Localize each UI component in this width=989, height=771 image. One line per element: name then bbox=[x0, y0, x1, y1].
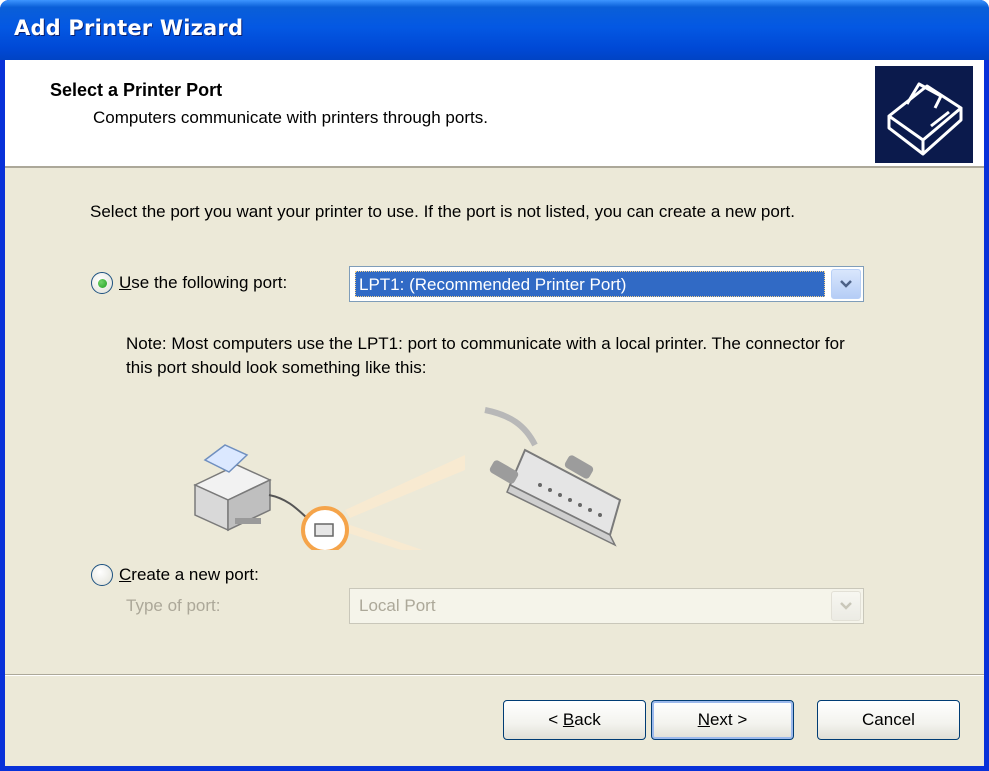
title-bar[interactable]: Add Printer Wizard bbox=[0, 0, 989, 60]
cancel-button[interactable]: Cancel bbox=[817, 700, 960, 740]
printer-wizard-icon bbox=[875, 66, 973, 163]
create-new-port-radio[interactable]: Create a new port: bbox=[91, 564, 259, 586]
back-button[interactable]: < Back bbox=[503, 700, 646, 740]
connector-icon bbox=[484, 407, 622, 547]
instructions-text: Select the port you want your printer to… bbox=[90, 202, 795, 221]
page-title: Select a Printer Port bbox=[50, 80, 223, 100]
use-following-port-radio[interactable]: Use the following port: bbox=[91, 272, 287, 294]
port-select[interactable]: LPT1: (Recommended Printer Port) bbox=[349, 266, 864, 302]
window-title: Add Printer Wizard bbox=[14, 16, 244, 40]
printer-icon bbox=[193, 444, 272, 532]
chevron-down-icon bbox=[831, 591, 861, 621]
port-type-select: Local Port bbox=[349, 588, 864, 624]
note-text: Note: Most computers use the LPT1: port … bbox=[126, 334, 845, 377]
port-type-value: Local Port bbox=[359, 596, 436, 615]
wizard-client-area: Select a Printer Port Computers communic… bbox=[5, 60, 984, 766]
button-divider bbox=[5, 674, 984, 676]
create-port-label: Create a new port: bbox=[119, 565, 259, 584]
next-button[interactable]: Next > bbox=[651, 700, 794, 740]
page-subtitle: Computers communicate with printers thro… bbox=[93, 108, 488, 127]
wizard-header: Select a Printer Port Computers communic… bbox=[5, 60, 984, 168]
lpt-connector-illustration bbox=[165, 400, 685, 580]
wizard-window: Add Printer Wizard Select a Printer Port… bbox=[0, 0, 989, 771]
port-select-value: LPT1: (Recommended Printer Port) bbox=[355, 271, 825, 297]
type-of-port-label: Type of port: bbox=[126, 596, 221, 615]
radio-button-unchecked[interactable] bbox=[91, 564, 113, 586]
radio-button-checked[interactable] bbox=[91, 272, 113, 294]
chevron-down-icon[interactable] bbox=[831, 269, 861, 299]
use-port-label: Use the following port: bbox=[119, 273, 288, 292]
